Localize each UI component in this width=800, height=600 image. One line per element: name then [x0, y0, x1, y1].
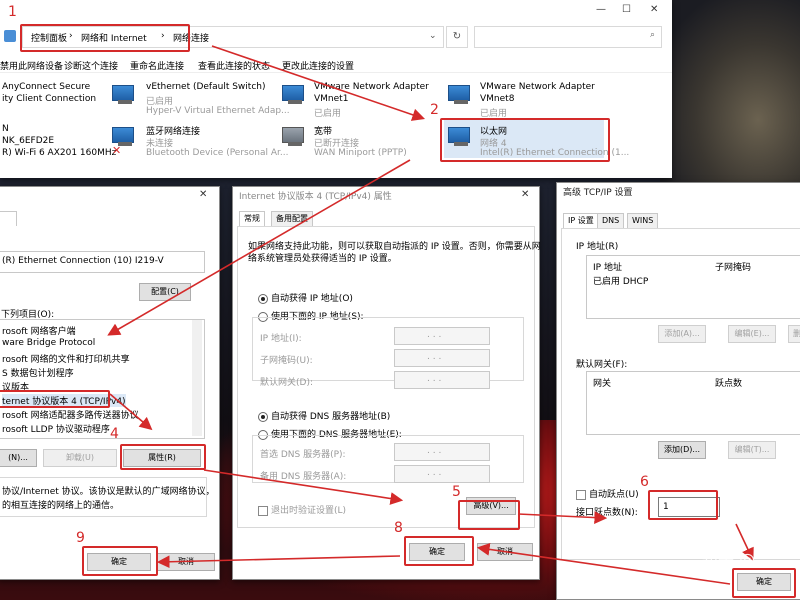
arrow — [109, 393, 153, 431]
step-arrows — [107, 45, 754, 585]
arrow — [476, 543, 731, 585]
arrow — [203, 469, 404, 505]
arrow — [156, 555, 401, 569]
watermark: 知乎 @ — [702, 550, 756, 569]
arrow — [107, 159, 411, 336]
arrow — [211, 45, 426, 121]
arrow — [517, 511, 608, 524]
